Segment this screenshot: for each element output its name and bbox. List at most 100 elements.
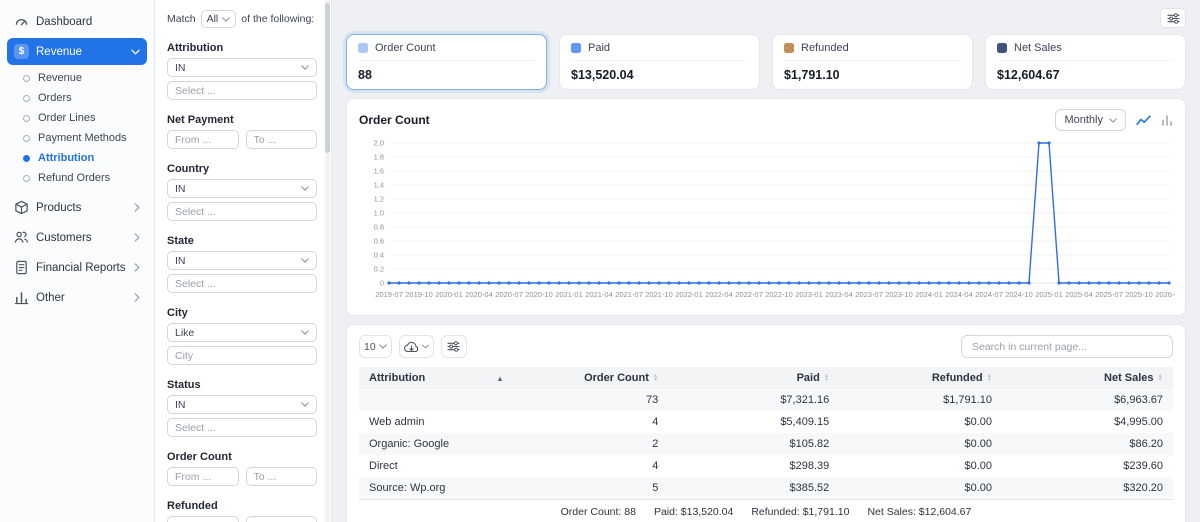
order-count-to-input[interactable] bbox=[246, 467, 318, 486]
interval-value: Monthly bbox=[1064, 114, 1103, 126]
svg-text:2021-01: 2021-01 bbox=[555, 290, 583, 299]
cell-attribution: Organic: Google bbox=[359, 433, 514, 455]
cell-order-count: 5 bbox=[514, 477, 669, 499]
filter-panel-scrollbar[interactable] bbox=[325, 0, 330, 522]
stat-label: Net Sales bbox=[1014, 42, 1062, 54]
total-refunded: Refunded: $1,791.10 bbox=[751, 506, 849, 518]
filter-group-country: Country IN bbox=[167, 163, 317, 225]
stat-label: Order Count bbox=[375, 42, 436, 54]
stat-card-refunded[interactable]: Refunded $1,791.10 bbox=[772, 34, 973, 90]
scrollbar-thumb[interactable] bbox=[325, 3, 330, 153]
sidebar-item-financial-reports[interactable]: Financial Reports bbox=[7, 254, 147, 281]
settings-sliders-button[interactable] bbox=[1160, 8, 1186, 28]
chevron-right-icon bbox=[134, 203, 140, 212]
filter-title: Status bbox=[167, 379, 317, 391]
chevron-down-icon bbox=[301, 258, 309, 263]
table-row: Organic: Google 2 $105.82 $0.00 $86.20 bbox=[359, 433, 1173, 455]
select-value: IN bbox=[175, 399, 186, 411]
export-button[interactable] bbox=[399, 335, 434, 358]
net-sales-swatch-icon bbox=[997, 43, 1007, 53]
sidebar-item-label: Customers bbox=[36, 232, 92, 244]
match-select[interactable]: All bbox=[201, 10, 237, 28]
col-header-order-count[interactable]: Order Count ▲▼ bbox=[514, 367, 669, 389]
col-header-refunded[interactable]: Refunded ▲▼ bbox=[839, 367, 1002, 389]
column-filter-button[interactable] bbox=[441, 335, 467, 358]
svg-text:2021-07: 2021-07 bbox=[615, 290, 643, 299]
stat-label: Paid bbox=[588, 42, 610, 54]
net-payment-from-input[interactable] bbox=[167, 130, 239, 149]
stat-card-net-sales[interactable]: Net Sales $12,604.67 bbox=[985, 34, 1186, 90]
table-search-input[interactable] bbox=[961, 335, 1173, 358]
sort-asc-icon: ▲ bbox=[496, 374, 503, 383]
page-size-select[interactable]: 10 bbox=[359, 335, 392, 358]
net-payment-to-input[interactable] bbox=[246, 130, 318, 149]
sidebar-item-revenue[interactable]: $ Revenue bbox=[7, 38, 147, 65]
circle-icon bbox=[23, 135, 30, 142]
refunded-to-input[interactable] bbox=[246, 516, 318, 522]
col-header-paid[interactable]: Paid ▲▼ bbox=[668, 367, 839, 389]
order-count-from-input[interactable] bbox=[167, 467, 239, 486]
order-count-swatch-icon bbox=[358, 43, 368, 53]
sidebar-item-products[interactable]: Products bbox=[7, 194, 147, 221]
sidebar-subitem-orders[interactable]: Orders bbox=[7, 88, 147, 108]
city-value-input[interactable] bbox=[167, 346, 317, 365]
refunded-from-input[interactable] bbox=[167, 516, 239, 522]
country-operator-select[interactable]: IN bbox=[167, 179, 317, 198]
select-value: IN bbox=[175, 62, 186, 74]
svg-text:0.6: 0.6 bbox=[374, 237, 384, 246]
sidebar-subitem-order-lines[interactable]: Order Lines bbox=[7, 108, 147, 128]
line-chart-toggle-button[interactable] bbox=[1136, 114, 1151, 127]
sidebar-item-label: Revenue bbox=[36, 46, 82, 58]
svg-text:2025-04: 2025-04 bbox=[1065, 290, 1093, 299]
interval-select[interactable]: Monthly bbox=[1055, 109, 1126, 131]
svg-text:2023-10: 2023-10 bbox=[885, 290, 913, 299]
svg-text:2024-01: 2024-01 bbox=[915, 290, 943, 299]
dollar-icon: $ bbox=[14, 44, 29, 59]
status-value-input[interactable] bbox=[167, 418, 317, 437]
chevron-down-icon bbox=[131, 49, 140, 55]
line-chart-icon bbox=[1136, 114, 1151, 127]
cell-order-count: 2 bbox=[514, 433, 669, 455]
sidebar-subitem-payment-methods[interactable]: Payment Methods bbox=[7, 128, 147, 148]
filter-panel: Match All of the following: Attribution … bbox=[155, 0, 332, 522]
circle-icon bbox=[23, 95, 30, 102]
filter-group-state: State IN bbox=[167, 235, 317, 297]
attribution-operator-select[interactable]: IN bbox=[167, 58, 317, 77]
svg-text:2025-01: 2025-01 bbox=[1035, 290, 1063, 299]
state-operator-select[interactable]: IN bbox=[167, 251, 317, 270]
col-header-net-sales[interactable]: Net Sales ▲▼ bbox=[1002, 367, 1173, 389]
svg-text:2.0: 2.0 bbox=[374, 139, 384, 148]
sidebar-item-other[interactable]: Other bbox=[7, 284, 147, 311]
svg-text:2020-07: 2020-07 bbox=[495, 290, 523, 299]
table-controls: 10 bbox=[359, 335, 1173, 358]
state-value-input[interactable] bbox=[167, 274, 317, 293]
sidebar-item-customers[interactable]: Customers bbox=[7, 224, 147, 251]
bar-chart-toggle-button[interactable] bbox=[1161, 114, 1173, 126]
stat-value: 88 bbox=[358, 61, 535, 82]
sidebar-subitem-attribution[interactable]: Attribution bbox=[7, 148, 147, 168]
stat-card-paid[interactable]: Paid $13,520.04 bbox=[559, 34, 760, 90]
svg-text:2023-04: 2023-04 bbox=[825, 290, 853, 299]
cell-refunded: $0.00 bbox=[839, 477, 1002, 499]
filter-title: State bbox=[167, 235, 317, 247]
sidebar-subitem-refund-orders[interactable]: Refund Orders bbox=[7, 168, 147, 188]
attribution-value-input[interactable] bbox=[167, 81, 317, 100]
circle-icon bbox=[23, 175, 30, 182]
svg-text:0: 0 bbox=[380, 279, 384, 288]
subitem-label: Revenue bbox=[38, 72, 82, 84]
col-header-attribution[interactable]: Attribution ▲ bbox=[359, 367, 514, 389]
filter-group-status: Status IN bbox=[167, 379, 317, 441]
svg-text:2022-04: 2022-04 bbox=[705, 290, 733, 299]
svg-text:2020-01: 2020-01 bbox=[435, 290, 463, 299]
svg-text:2023-01: 2023-01 bbox=[795, 290, 823, 299]
chevron-down-icon bbox=[379, 344, 387, 349]
sidebar-subitem-revenue[interactable]: Revenue bbox=[7, 68, 147, 88]
city-operator-select[interactable]: Like bbox=[167, 323, 317, 342]
sidebar-item-dashboard[interactable]: Dashboard bbox=[7, 8, 147, 35]
country-value-input[interactable] bbox=[167, 202, 317, 221]
match-select-value: All bbox=[207, 13, 219, 25]
svg-text:0.8: 0.8 bbox=[374, 223, 384, 232]
status-operator-select[interactable]: IN bbox=[167, 395, 317, 414]
cell-attribution bbox=[359, 389, 514, 411]
stat-card-order-count[interactable]: Order Count 88 bbox=[346, 34, 547, 90]
